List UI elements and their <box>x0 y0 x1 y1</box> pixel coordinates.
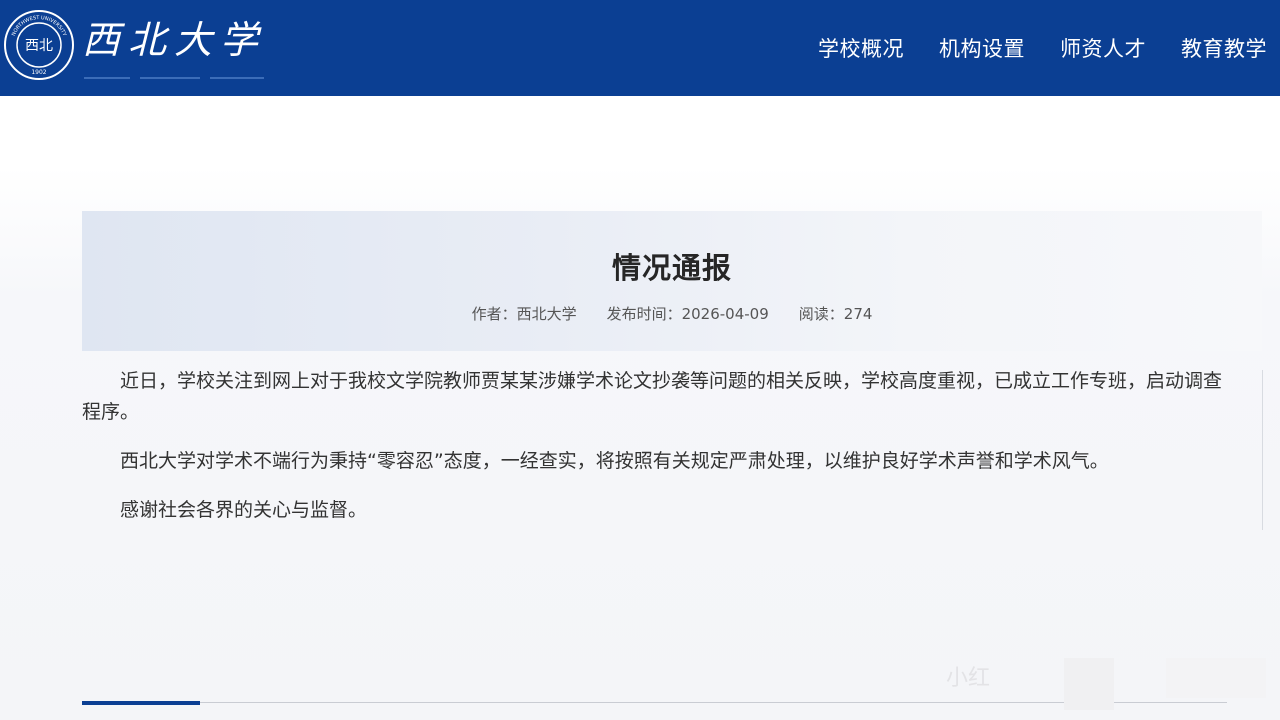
nav-item-faculty[interactable]: 师资人才 <box>1060 33 1146 63</box>
bottom-divider <box>82 702 1227 703</box>
article-paragraph: 感谢社会各界的关心与监督。 <box>120 499 368 521</box>
nav-item-education[interactable]: 教育教学 <box>1181 33 1267 63</box>
watermark-block <box>1166 658 1266 698</box>
article-date: 发布时间：2026-04-09 <box>606 305 769 323</box>
article-read-count: 阅读：274 <box>798 305 873 323</box>
main-nav: 学校概况 机构设置 师资人才 教育教学 <box>783 28 1280 68</box>
logo-name-text: 西北大学 <box>82 18 266 62</box>
site-header: 西北 NORTHWEST UNIVERSITY 1902 西北大学 学校概况 机… <box>0 0 1280 96</box>
article-author: 作者：西北大学 <box>471 305 577 323</box>
article-paragraph: 西北大学对学术不端行为秉持“零容忍”态度，一经查实，将按照有关规定严肃处理，以维… <box>120 450 1109 472</box>
seal-center-text: 西北 <box>25 38 53 54</box>
article-meta: 作者：西北大学 发布时间：2026-04-09 阅读：274 <box>82 303 1262 324</box>
university-name-logo[interactable]: 西北大学 <box>82 17 268 63</box>
article-title: 情况通报 <box>611 251 732 285</box>
watermark-block <box>1064 658 1114 710</box>
university-seal-icon[interactable]: 西北 NORTHWEST UNIVERSITY 1902 <box>3 9 75 81</box>
article-body: 近日，学校关注到网上对于我校文学院教师贾某某涉嫌学术论文抄袭等问题的相关反映，学… <box>82 366 1226 544</box>
seal-year-text: 1902 <box>31 69 46 76</box>
article-paragraph: 近日，学校关注到网上对于我校文学院教师贾某某涉嫌学术论文抄袭等问题的相关反映，学… <box>82 370 1223 423</box>
nav-item-school-overview[interactable]: 学校概况 <box>818 33 904 63</box>
logo-subline <box>84 68 264 79</box>
watermark-text: 小红 <box>946 666 991 691</box>
bottom-accent-bar <box>82 701 200 705</box>
content-divider <box>1262 370 1263 530</box>
article-title-card: 情况通报 作者：西北大学 发布时间：2026-04-09 阅读：274 <box>82 211 1262 351</box>
nav-item-organization[interactable]: 机构设置 <box>939 33 1025 63</box>
